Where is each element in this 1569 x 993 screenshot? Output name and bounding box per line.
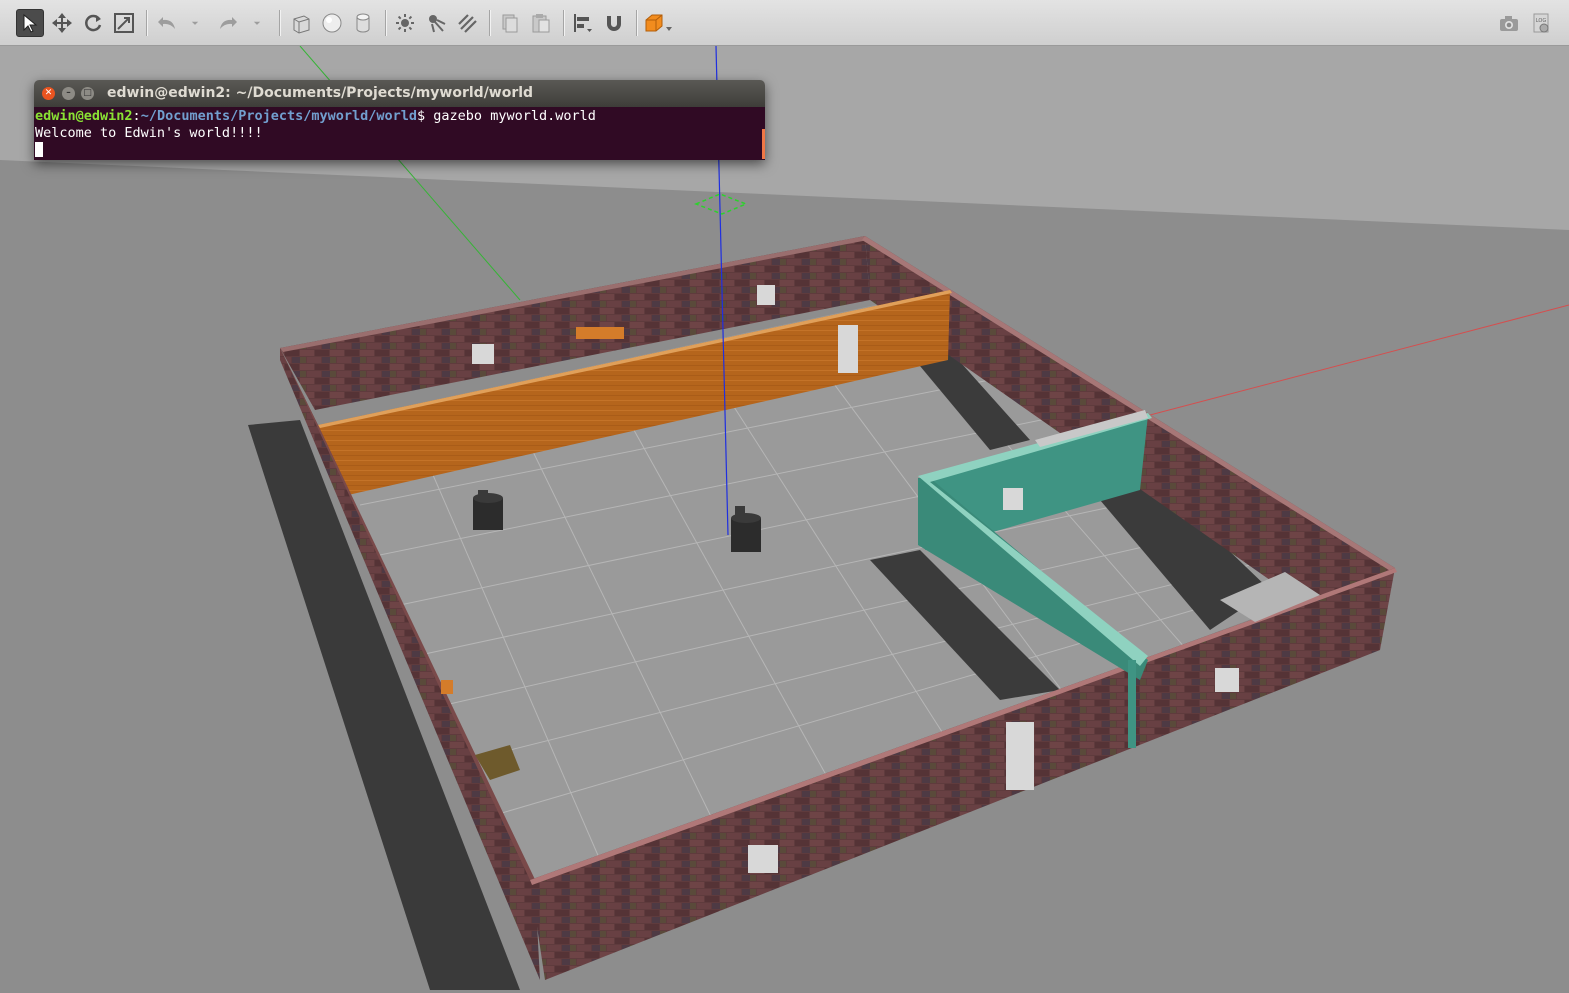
teal-wall-post [1128, 660, 1136, 748]
snap-button[interactable] [600, 9, 628, 37]
insert-directional-light-button[interactable] [453, 9, 481, 37]
select-mode-button[interactable] [16, 9, 44, 37]
snap-magnet-icon [607, 16, 621, 31]
insert-box-button[interactable] [287, 9, 315, 37]
prompt-suffix: $ [417, 108, 434, 124]
redo-history-dropdown[interactable] [247, 9, 267, 37]
redo-history-dropdown-icon [253, 21, 261, 25]
terminal-titlebar[interactable]: ✕ – □ edwin@edwin2: ~/Documents/Projects… [34, 80, 765, 107]
undo-icon [158, 17, 175, 29]
spot-light-icon [429, 15, 446, 33]
translate-mode-icon [52, 13, 72, 33]
undo-history-dropdown-icon [191, 21, 199, 25]
prompt-separator: : [132, 108, 141, 124]
log-data-icon: LOG [1533, 13, 1549, 33]
terminal-output: Welcome to Edwin's world!!!! [35, 125, 263, 141]
table-back [576, 327, 624, 339]
prompt-user: edwin@edwin2 [35, 108, 133, 124]
3d-viewport[interactable] [0, 46, 1569, 993]
log-label: LOG [1536, 18, 1547, 24]
front-window-2 [1215, 668, 1239, 692]
insert-spot-light-button[interactable] [422, 9, 450, 37]
sphere-shape-icon [322, 13, 342, 33]
robot-1 [473, 490, 503, 530]
rotate-mode-button[interactable] [79, 9, 107, 37]
front-door [1006, 722, 1034, 790]
screenshot-button[interactable] [1495, 9, 1523, 37]
terminal-body[interactable]: edwin@edwin2:~/Documents/Projects/myworl… [34, 107, 765, 160]
text-cursor [35, 142, 43, 157]
wooden-door [838, 325, 858, 373]
terminal-scrollbar[interactable] [762, 129, 765, 159]
paste-button[interactable] [527, 9, 555, 37]
rotate-mode-icon [85, 14, 102, 32]
back-window-2 [757, 285, 775, 305]
shelf-left [441, 680, 453, 694]
front-window-1 [748, 845, 778, 873]
minimize-button[interactable]: – [62, 87, 75, 100]
terminal-window[interactable]: ✕ – □ edwin@edwin2: ~/Documents/Projects… [34, 80, 765, 160]
align-button[interactable] [569, 9, 597, 37]
terminal-command: gazebo myworld.world [433, 108, 596, 124]
paste-icon [532, 14, 550, 33]
scale-mode-button[interactable] [110, 9, 138, 37]
insert-point-light-button[interactable] [391, 9, 419, 37]
teal-window [1003, 488, 1023, 510]
redo-icon [220, 17, 237, 29]
directional-light-icon [458, 14, 477, 33]
close-button[interactable]: ✕ [42, 87, 55, 100]
undo-history-dropdown[interactable] [185, 9, 205, 37]
maximize-icon: □ [83, 88, 92, 98]
cylinder-shape-icon [356, 13, 370, 33]
view-angle-button[interactable] [641, 9, 675, 37]
align-icon [574, 14, 592, 32]
view-angle-icon [645, 14, 672, 32]
box-shape-icon [293, 15, 310, 34]
redo-button[interactable] [214, 9, 242, 37]
toolbar: LOG [0, 0, 1569, 46]
close-icon: ✕ [44, 88, 53, 98]
terminal-title: edwin@edwin2: ~/Documents/Projects/mywor… [107, 85, 534, 101]
terminal-command-line: edwin@edwin2:~/Documents/Projects/myworl… [35, 108, 765, 125]
undo-button[interactable] [153, 9, 181, 37]
minimize-icon: – [66, 88, 71, 98]
point-light-icon [396, 14, 414, 32]
select-mode-icon [23, 13, 38, 33]
screenshot-camera-icon [1500, 16, 1518, 31]
copy-button[interactable] [496, 9, 524, 37]
maximize-button[interactable]: □ [81, 87, 94, 100]
insert-cylinder-button[interactable] [349, 9, 377, 37]
translate-mode-button[interactable] [48, 9, 76, 37]
prompt-path: ~/Documents/Projects/myworld/world [140, 108, 418, 124]
insert-sphere-button[interactable] [318, 9, 346, 37]
log-data-button[interactable]: LOG [1527, 9, 1555, 37]
copy-icon [502, 14, 518, 33]
scale-mode-icon [114, 13, 134, 33]
back-window-1 [472, 344, 494, 364]
terminal-input-line[interactable] [35, 142, 765, 159]
